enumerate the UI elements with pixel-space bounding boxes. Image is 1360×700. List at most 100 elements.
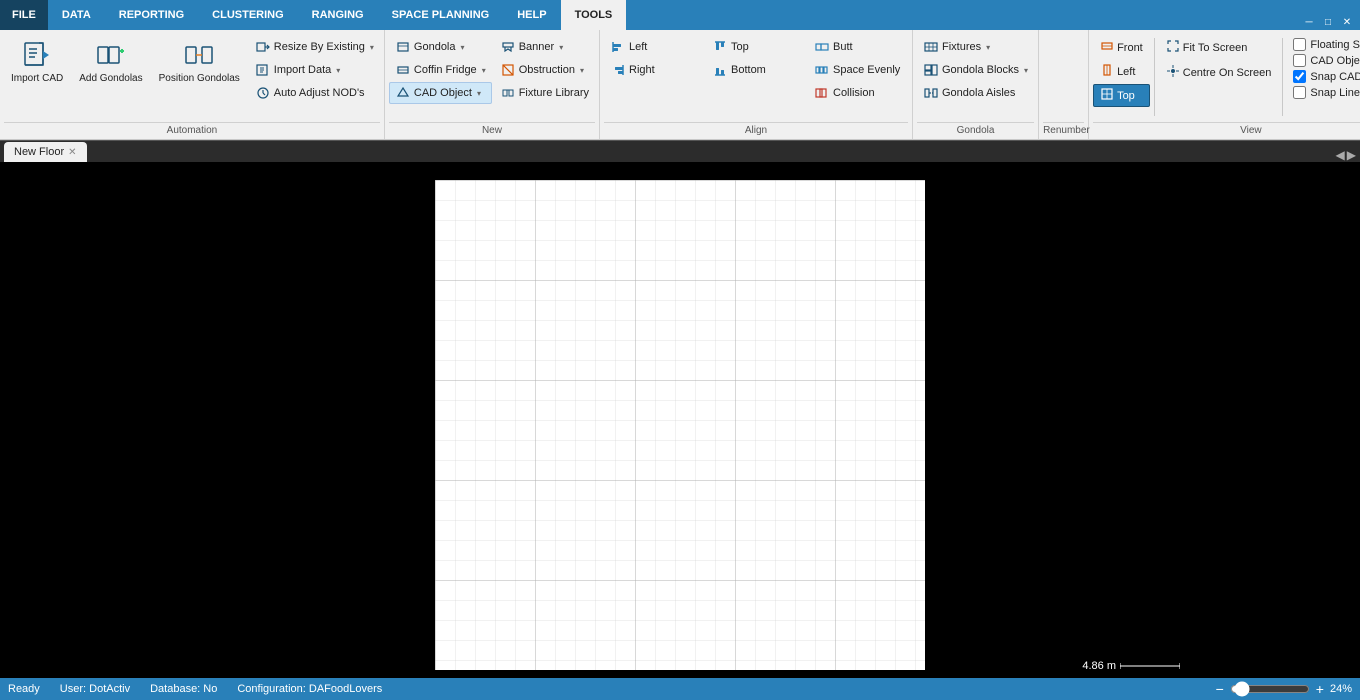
import-data-button[interactable]: Import Data ▾ — [249, 59, 380, 81]
gondola-dropdown-arrow: ▾ — [461, 43, 465, 52]
tab-reporting[interactable]: REPORTING — [105, 0, 198, 30]
collision-button[interactable]: Collision — [808, 82, 908, 104]
auto-adjust-nods-button[interactable]: Auto Adjust NOD's — [249, 82, 380, 104]
view-sep2 — [1282, 38, 1283, 116]
fit-to-screen-label: Fit To Screen — [1183, 42, 1248, 54]
coffin-fridge-button[interactable]: Coffin Fridge ▾ — [389, 59, 492, 81]
cad-object-icon — [395, 85, 411, 101]
ribbon: Import CAD Add Gondolas — [0, 30, 1360, 140]
add-gondolas-button[interactable]: Add Gondolas — [72, 34, 149, 90]
view-side-buttons: Front Left Top — [1093, 34, 1150, 107]
tab-tools[interactable]: TOOLS — [561, 0, 627, 30]
tab-data[interactable]: DATA — [48, 0, 105, 30]
fixture-library-button[interactable]: Fixture Library — [494, 82, 595, 104]
close-button[interactable]: ✕ — [1338, 14, 1356, 30]
auto-adjust-icon — [255, 85, 271, 101]
status-ready: Ready — [8, 683, 40, 695]
collision-icon — [814, 85, 830, 101]
centre-on-screen-button[interactable]: Centre On Screen — [1159, 61, 1279, 84]
cad-object-button[interactable]: CAD Object ▾ — [389, 82, 492, 104]
add-gondolas-label: Add Gondolas — [79, 73, 142, 85]
align-right-icon — [610, 62, 626, 78]
resize-label: Resize By Existing — [274, 41, 365, 53]
space-evenly-button[interactable]: Space Evenly — [808, 59, 908, 81]
import-cad-label: Import CAD — [11, 73, 63, 85]
floating-status-check[interactable]: Floating Status — [1293, 38, 1360, 51]
view-top-button[interactable]: Top — [1093, 84, 1150, 107]
align-left-button[interactable]: Left — [604, 36, 704, 58]
coffin-fridge-icon — [395, 62, 411, 78]
document-tab[interactable]: New Floor ✕ — [4, 142, 87, 162]
new-content: Gondola ▾ Coffin Fridge ▾ — [389, 32, 595, 120]
tab-bar: New Floor ✕ ◀ ▶ — [0, 140, 1360, 162]
view-front-label: Front — [1117, 42, 1143, 54]
import-cad-button[interactable]: Import CAD — [4, 34, 70, 90]
align-bottom-button[interactable]: Bottom — [706, 59, 806, 81]
centre-on-screen-label: Centre On Screen — [1183, 67, 1272, 79]
snap-line-angle-check[interactable]: Snap Line Angle — [1293, 86, 1360, 99]
fixtures-button[interactable]: Fixtures ▾ — [917, 36, 1034, 58]
align-left-icon — [610, 39, 626, 55]
banner-dropdown-arrow: ▾ — [559, 43, 563, 52]
snap-line-angle-checkbox[interactable] — [1293, 86, 1306, 99]
obstruction-button[interactable]: Obstruction ▾ — [494, 59, 595, 81]
butt-label: Butt — [833, 41, 853, 53]
new-buttons-col2: Banner ▾ Obstruction ▾ Fix — [494, 34, 595, 104]
status-user: User: DotActiv — [60, 683, 130, 695]
import-data-icon — [255, 62, 271, 78]
coffin-fridge-dropdown-arrow: ▾ — [482, 66, 486, 75]
restore-button[interactable]: □ — [1319, 14, 1337, 30]
view-front-button[interactable]: Front — [1093, 36, 1150, 59]
renumber-content — [1043, 32, 1084, 120]
snap-cad-objects-checkbox[interactable] — [1293, 70, 1306, 83]
document-tab-close[interactable]: ✕ — [68, 147, 76, 158]
butt-icon — [814, 39, 830, 55]
banner-button[interactable]: Banner ▾ — [494, 36, 595, 58]
banner-icon — [500, 39, 516, 55]
import-data-label: Import Data — [274, 64, 331, 76]
space-evenly-icon — [814, 62, 830, 78]
view-left-icon — [1100, 63, 1114, 80]
measurement-line-icon — [1120, 661, 1180, 671]
status-configuration: Configuration: DAFoodLovers — [237, 683, 382, 695]
zoom-decrease-button[interactable]: − — [1216, 681, 1224, 697]
cad-objects-only-check[interactable]: CAD Objects Only — [1293, 54, 1360, 67]
obstruction-dropdown-arrow: ▾ — [580, 66, 584, 75]
zoom-increase-button[interactable]: + — [1316, 681, 1324, 697]
tab-file[interactable]: FILE — [0, 0, 48, 30]
gondola-group-label: Gondola — [917, 122, 1034, 139]
gondola-label: Gondola — [414, 41, 456, 53]
zoom-level: 24% — [1330, 683, 1352, 695]
align-top-button[interactable]: Top — [706, 36, 806, 58]
resize-by-existing-button[interactable]: Resize By Existing ▾ — [249, 36, 380, 58]
gondola-button[interactable]: Gondola ▾ — [389, 36, 492, 58]
gondola-blocks-button[interactable]: Gondola Blocks ▾ — [917, 59, 1034, 81]
zoom-slider[interactable] — [1230, 681, 1310, 697]
new-buttons-col1: Gondola ▾ Coffin Fridge ▾ — [389, 34, 492, 104]
butt-button[interactable]: Butt — [808, 36, 908, 58]
tab-clustering[interactable]: CLUSTERING — [198, 0, 298, 30]
view-left-button[interactable]: Left — [1093, 60, 1150, 83]
gondola-icon — [395, 39, 411, 55]
tab-help[interactable]: HELP — [503, 0, 560, 30]
cad-objects-only-checkbox[interactable] — [1293, 54, 1306, 67]
align-col1: Left Right — [604, 34, 704, 81]
fit-to-screen-button[interactable]: Fit To Screen — [1159, 36, 1279, 59]
tab-scroll-right[interactable]: ▶ — [1347, 148, 1356, 162]
align-group-label: Align — [604, 122, 908, 139]
tab-spaceplanning[interactable]: SPACE PLANNING — [378, 0, 504, 30]
fixture-library-icon — [500, 85, 516, 101]
ribbon-group-gondola: Fixtures ▾ Gondola Blocks ▾ — [913, 30, 1039, 139]
snap-cad-objects-check[interactable]: Snap CAD Objects — [1293, 70, 1360, 83]
gondola-blocks-icon — [923, 62, 939, 78]
tab-ranging[interactable]: RANGING — [298, 0, 378, 30]
align-right-button[interactable]: Right — [604, 59, 704, 81]
minimize-button[interactable]: ─ — [1300, 14, 1318, 30]
position-gondolas-button[interactable]: Position Gondolas — [152, 34, 247, 90]
ribbon-group-align: Left Right Top — [600, 30, 913, 139]
align-content: Left Right Top — [604, 32, 908, 120]
tab-scroll-left[interactable]: ◀ — [1336, 148, 1345, 162]
gondola-aisles-button[interactable]: Gondola Aisles — [917, 82, 1034, 104]
align-bottom-icon — [712, 62, 728, 78]
floating-status-checkbox[interactable] — [1293, 38, 1306, 51]
